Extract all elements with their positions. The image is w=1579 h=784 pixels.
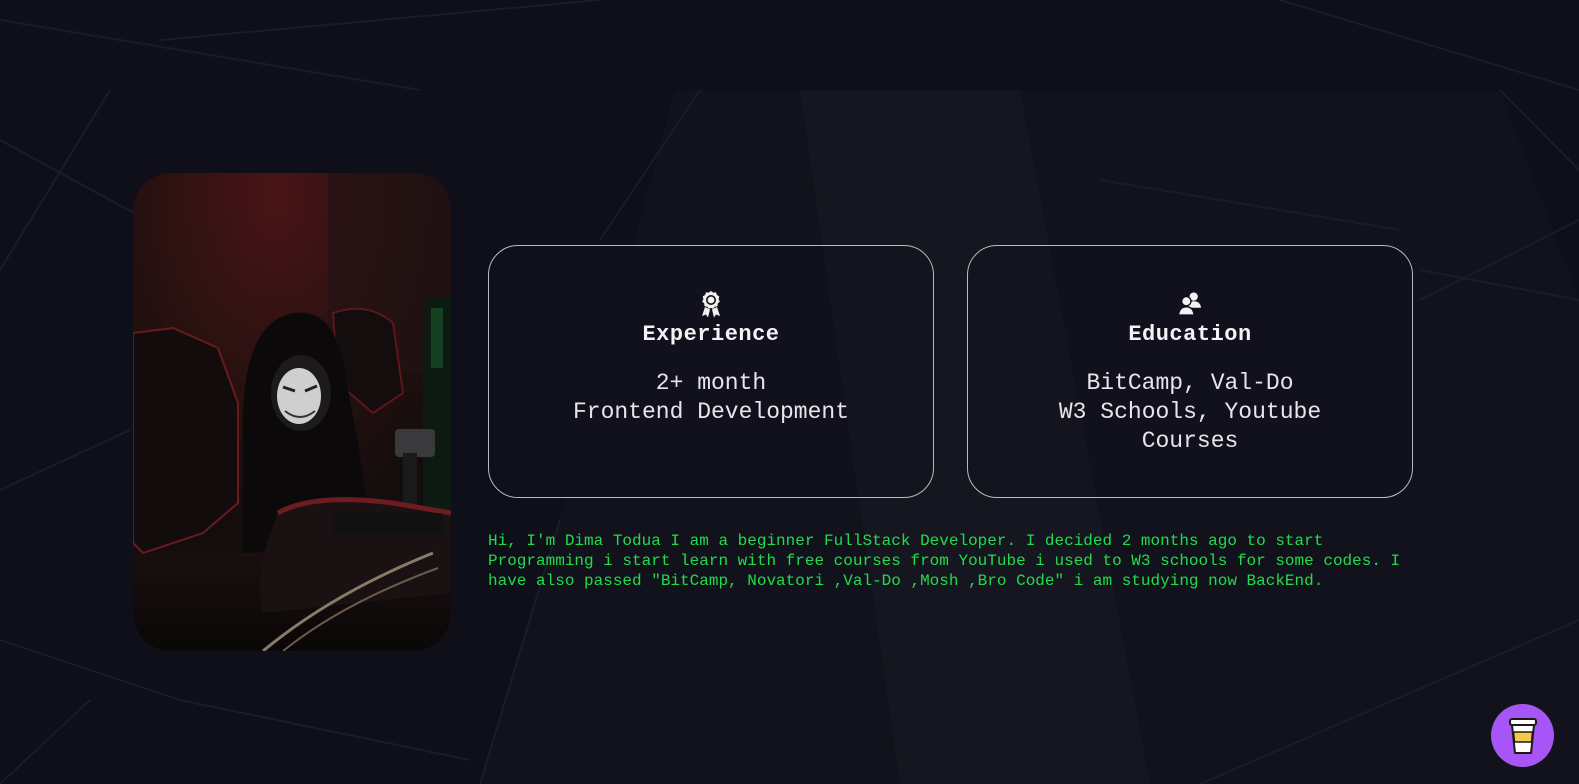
hacker-image — [133, 173, 451, 651]
profile-photo — [133, 173, 451, 651]
card-body: BitCamp, Val-Do W3 Schools, Youtube Cour… — [968, 369, 1412, 456]
card-line: Frontend Development — [572, 399, 850, 425]
education-card: Education BitCamp, Val-Do W3 Schools, Yo… — [967, 245, 1413, 498]
card-body: 2+ month Frontend Development — [489, 369, 933, 427]
bio-text: Hi, I'm Dima Todua I am a beginner FullS… — [488, 532, 1401, 590]
award-icon — [702, 291, 720, 318]
coffee-cup-icon — [1508, 717, 1537, 754]
card-title: Experience — [642, 322, 780, 347]
card-title: Education — [1128, 322, 1252, 347]
buy-me-a-coffee-button[interactable] — [1491, 704, 1554, 767]
card-line: Courses — [1141, 428, 1239, 454]
users-icon — [1178, 292, 1202, 316]
card-line: BitCamp, Val-Do — [1086, 370, 1294, 396]
experience-card: Experience 2+ month Frontend Development — [488, 245, 934, 498]
card-line: W3 Schools, Youtube — [1058, 399, 1322, 425]
card-line: 2+ month — [655, 370, 767, 396]
